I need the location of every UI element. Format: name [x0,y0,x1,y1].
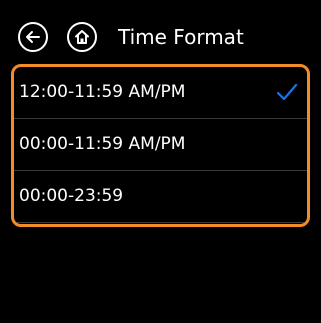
option-label: 12:00-11:59 AM/PM [19,82,186,102]
option-label: 00:00-23:59 [19,186,124,206]
home-button[interactable] [67,22,97,52]
time-format-option-00-12h[interactable]: 00:00-11:59 AM/PM [14,119,307,171]
checkmark-icon [276,83,298,101]
arrow-left-icon [26,31,40,43]
page-title: Time Format [118,25,244,49]
home-icon [75,30,89,44]
time-format-list: 12:00-11:59 AM/PM 00:00-11:59 AM/PM 00:0… [11,64,310,227]
option-label: 00:00-11:59 AM/PM [19,134,186,154]
header-bar: Time Format [0,0,321,60]
time-format-option-24h[interactable]: 00:00-23:59 [14,171,307,223]
time-format-option-12h[interactable]: 12:00-11:59 AM/PM [14,67,307,119]
back-button[interactable] [18,22,48,52]
